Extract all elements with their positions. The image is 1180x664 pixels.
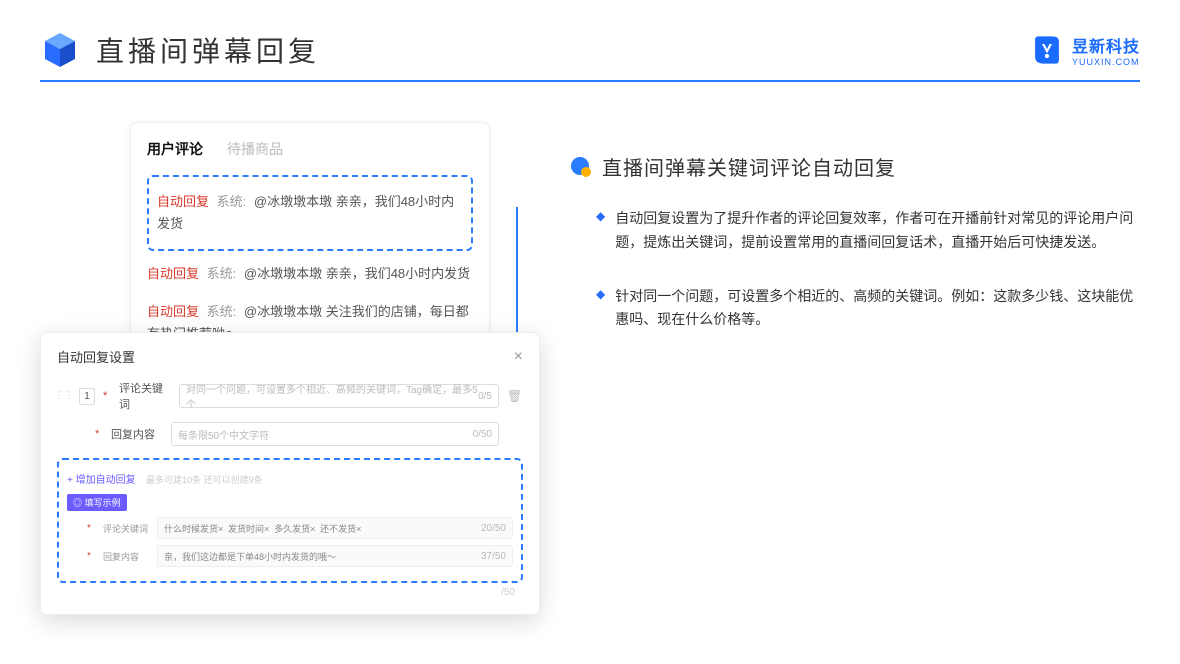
auto-reply-tag: 自动回复 xyxy=(157,194,209,209)
required-star: * xyxy=(95,428,103,440)
tag-chip: 什么时候发货× xyxy=(164,524,223,534)
ex-tags: 什么时候发货× 发货时间× 多久发货× 还不发货× xyxy=(164,522,363,535)
content-placeholder: 每条限50个中文字符 xyxy=(178,427,269,442)
outer-count: /50 xyxy=(57,583,523,598)
comment-row: 自动回复 系统: @冰墩墩本墩 亲亲，我们48小时内发货 xyxy=(147,255,473,293)
required-star: * xyxy=(87,551,95,562)
comment-sys: 系统: xyxy=(207,266,237,281)
content-count: 0/50 xyxy=(473,429,492,440)
feature-header: 直播间弹幕关键词评论自动回复 xyxy=(570,152,1140,181)
settings-header: 自动回复设置 × xyxy=(57,347,523,366)
divider xyxy=(40,80,1140,82)
ex-content-label: 回复内容 xyxy=(103,550,149,563)
example-badge: ◎ 填写示例 xyxy=(67,494,127,511)
add-row: + 增加自动回复 最多可建10条 还可以创建9条 xyxy=(67,470,513,488)
required-star: * xyxy=(103,390,111,402)
row-index: 1 xyxy=(79,388,95,405)
form-row-content: * 回复内容 每条限50个中文字符 0/50 🗑 xyxy=(57,422,523,446)
diamond-icon: ◆ xyxy=(596,207,605,255)
feature-bullet-icon xyxy=(570,156,592,178)
ex-keyword-label: 评论关键词 xyxy=(103,522,149,535)
settings-modal: 自动回复设置 × ⋮⋮ 1 * 评论关键词 对同一个问题，可设置多个相近、高频的… xyxy=(40,332,540,615)
right-column: 直播间弹幕关键词评论自动回复 ◆ 自动回复设置为了提升作者的评论回复效率，作者可… xyxy=(570,122,1140,362)
add-auto-reply-link[interactable]: + 增加自动回复 xyxy=(67,475,136,486)
tag-chip: 多久发货× xyxy=(274,524,315,534)
bullet-text: 自动回复设置为了提升作者的评论回复效率，作者可在开播前针对常见的评论用户问题，提… xyxy=(615,207,1140,255)
example-keyword-row: * 评论关键词 什么时候发货× 发货时间× 多久发货× 还不发货× 20/50 xyxy=(87,517,513,539)
bullet-item: ◆ 针对同一个问题，可设置多个相近的、高频的关键词。例如：这款多少钱、这块能优惠… xyxy=(570,285,1140,333)
content-label: 回复内容 xyxy=(111,426,163,442)
brand-logo-icon xyxy=(1030,33,1064,67)
brand-en: YUUXIN.COM xyxy=(1072,57,1140,67)
cube-icon xyxy=(40,30,80,70)
comment-sys: 系统: xyxy=(207,304,237,319)
keyword-count: 0/5 xyxy=(478,391,492,402)
drag-handle-icon[interactable]: ⋮⋮ xyxy=(57,391,71,401)
bullet-item: ◆ 自动回复设置为了提升作者的评论回复效率，作者可在开播前针对常见的评论用户问题… xyxy=(570,207,1140,255)
settings-title: 自动回复设置 xyxy=(57,347,135,366)
content: 用户评论 待播商品 自动回复 系统: @冰墩墩本墩 亲亲，我们48小时内发货 自… xyxy=(0,82,1180,362)
content-input[interactable]: 每条限50个中文字符 0/50 xyxy=(171,422,499,446)
brand-text: 昱新科技 YUUXIN.COM xyxy=(1072,33,1140,67)
comment-sys: 系统: xyxy=(217,194,247,209)
keyword-input[interactable]: 对同一个问题，可设置多个相近、高频的关键词，Tag确定，最多5个 0/5 xyxy=(179,384,499,408)
auto-reply-tag: 自动回复 xyxy=(147,304,199,319)
tag-chip: 还不发货× xyxy=(320,524,361,534)
tag-chip: 发货时间× xyxy=(228,524,269,534)
ex-content-count: 37/50 xyxy=(481,551,506,562)
example-group: + 增加自动回复 最多可建10条 还可以创建9条 ◎ 填写示例 * 评论关键词 … xyxy=(57,458,523,583)
delete-icon[interactable]: 🗑 xyxy=(507,389,523,403)
form-row-keyword: ⋮⋮ 1 * 评论关键词 对同一个问题，可设置多个相近、高频的关键词，Tag确定… xyxy=(57,380,523,412)
close-icon[interactable]: × xyxy=(514,348,523,366)
auto-reply-tag: 自动回复 xyxy=(147,266,199,281)
page-header: 直播间弹幕回复 昱新科技 YUUXIN.COM xyxy=(0,0,1180,80)
keyword-placeholder: 对同一个问题，可设置多个相近、高频的关键词，Tag确定，最多5个 xyxy=(186,381,478,411)
ex-kw-count: 20/50 xyxy=(481,523,506,534)
ex-content-field[interactable]: 亲，我们这边都是下单48小时内发货的哦～ 37/50 xyxy=(157,545,513,567)
keyword-label: 评论关键词 xyxy=(119,380,171,412)
tab-pending-products[interactable]: 待播商品 xyxy=(227,139,283,159)
highlighted-comment: 自动回复 系统: @冰墩墩本墩 亲亲，我们48小时内发货 xyxy=(147,175,473,251)
comments-tabs: 用户评论 待播商品 xyxy=(147,139,473,159)
comment-row: 自动回复 系统: @冰墩墩本墩 亲亲，我们48小时内发货 xyxy=(157,183,463,243)
tab-user-comments[interactable]: 用户评论 xyxy=(147,139,203,159)
example-content-row: * 回复内容 亲，我们这边都是下单48小时内发货的哦～ 37/50 xyxy=(87,545,513,567)
comment-body: @冰墩墩本墩 亲亲，我们48小时内发货 xyxy=(244,266,470,281)
page-title: 直播间弹幕回复 xyxy=(96,30,320,70)
required-star: * xyxy=(87,523,95,534)
ex-content-text: 亲，我们这边都是下单48小时内发货的哦～ xyxy=(164,550,336,563)
brand: 昱新科技 YUUXIN.COM xyxy=(1030,33,1140,67)
bullet-text: 针对同一个问题，可设置多个相近的、高频的关键词。例如：这款多少钱、这块能优惠吗、… xyxy=(615,285,1140,333)
ex-keyword-field[interactable]: 什么时候发货× 发货时间× 多久发货× 还不发货× 20/50 xyxy=(157,517,513,539)
feature-title: 直播间弹幕关键词评论自动回复 xyxy=(602,152,896,181)
add-hint: 最多可建10条 还可以创建9条 xyxy=(146,475,263,485)
header-left: 直播间弹幕回复 xyxy=(40,30,320,70)
diamond-icon: ◆ xyxy=(596,285,605,333)
brand-cn: 昱新科技 xyxy=(1072,33,1140,57)
